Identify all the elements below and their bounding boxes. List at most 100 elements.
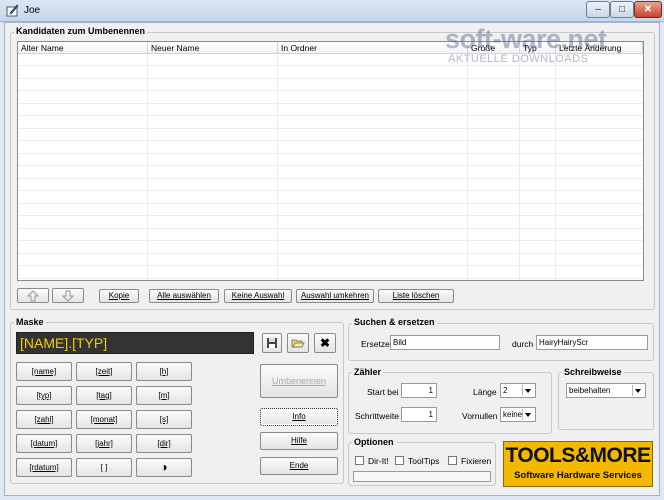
mask-token-button[interactable]: [rdatum]: [16, 458, 72, 477]
mask-token-button[interactable]: [h]: [136, 362, 192, 381]
by-label: durch: [512, 339, 534, 349]
tooltips-checkbox[interactable]: [395, 456, 404, 465]
watermark-brand: soft-ware.net: [445, 24, 607, 54]
open-mask-button[interactable]: [287, 333, 309, 353]
mask-token-label: [zahl]: [34, 415, 54, 424]
folder-open-icon: [291, 339, 305, 348]
list-row: [18, 254, 643, 266]
column-header-old-name[interactable]: Alter Name: [18, 42, 148, 54]
exit-button[interactable]: Ende: [260, 457, 338, 475]
step-label: Schrittweite: [355, 411, 399, 421]
copy-button[interactable]: Kopie: [99, 289, 139, 303]
clear-mask-button[interactable]: ✖: [314, 333, 336, 353]
arrow-up-icon: [26, 290, 40, 302]
candidates-title: Kandidaten zum Umbenennen: [14, 26, 148, 36]
counter-title: Zähler: [352, 367, 384, 377]
list-row: [18, 192, 643, 204]
mask-token-label: [zeit]: [95, 367, 113, 376]
by-input[interactable]: HairyHairyScr: [536, 335, 648, 350]
case-select[interactable]: beibehalten: [566, 383, 646, 398]
mask-token-label: [h]: [159, 367, 169, 376]
mask-token-button[interactable]: [tag]: [76, 386, 132, 405]
options-title: Optionen: [352, 437, 396, 447]
select-none-button[interactable]: Keine Auswahl: [224, 289, 292, 303]
step-input[interactable]: 1: [401, 407, 437, 422]
mask-token-label: [rdatum]: [29, 463, 59, 472]
mask-token-label: [name]: [31, 367, 57, 376]
close-icon: ✕: [643, 4, 653, 15]
mask-token-button[interactable]: [ ]: [76, 458, 132, 477]
mask-token-label: [typ]: [36, 391, 52, 400]
candidates-list[interactable]: Alter Name Neuer Name In Ordner Größe Ty…: [17, 41, 644, 281]
company-logo: TOOLS&MORE Software Hardware Services: [503, 441, 653, 487]
mask-title: Maske: [14, 317, 46, 327]
mask-token-button[interactable]: [datum]: [16, 434, 72, 453]
invert-selection-button[interactable]: Auswahl umkehren: [296, 289, 374, 303]
floppy-disk-icon: [267, 338, 277, 348]
mask-token-label: [ ]: [100, 463, 108, 472]
clear-list-button[interactable]: Liste löschen: [378, 289, 454, 303]
list-row: [18, 104, 643, 116]
list-row: [18, 79, 643, 91]
list-row: [18, 242, 643, 254]
minimize-icon: –: [595, 4, 601, 15]
progress-bar: [353, 471, 491, 482]
chevron-down-icon: [522, 409, 534, 420]
close-button[interactable]: ✕: [634, 1, 662, 18]
mask-token-button[interactable]: [m]: [136, 386, 192, 405]
close-icon: ✖: [319, 336, 331, 350]
save-mask-button[interactable]: [262, 333, 282, 353]
list-row: [18, 92, 643, 104]
start-input[interactable]: 1: [401, 383, 437, 398]
maximize-icon: □: [618, 4, 626, 15]
help-button[interactable]: Hilfe: [260, 432, 338, 450]
mask-token-button[interactable]: [name]: [16, 362, 72, 381]
mask-token-button[interactable]: [zeit]: [76, 362, 132, 381]
case-group: [558, 372, 654, 430]
mask-token-label: [monat]: [90, 415, 118, 424]
length-select[interactable]: 2: [500, 383, 536, 398]
column-header-new-name[interactable]: Neuer Name: [148, 42, 278, 54]
move-down-button[interactable]: [52, 288, 84, 303]
list-row: [18, 267, 643, 279]
list-row: [18, 179, 643, 191]
list-row: [18, 129, 643, 141]
select-all-button[interactable]: Alle auswählen: [149, 289, 219, 303]
move-up-button[interactable]: [17, 288, 49, 303]
list-row: [18, 117, 643, 129]
case-title: Schreibweise: [562, 367, 624, 377]
replace-input[interactable]: Bild: [390, 335, 500, 350]
rename-button[interactable]: Umbenennen: [260, 364, 338, 398]
mask-token-button[interactable]: [s]: [136, 410, 192, 429]
minimize-button[interactable]: –: [586, 1, 610, 18]
column-header-folder[interactable]: In Ordner: [278, 42, 468, 54]
padding-label: Vornullen: [462, 411, 498, 421]
maximize-button[interactable]: □: [610, 1, 634, 18]
mask-input[interactable]: [NAME].[TYP]: [16, 332, 254, 354]
mask-token-button[interactable]: [dir]: [136, 434, 192, 453]
counter-group: [348, 372, 552, 434]
list-row: [18, 167, 643, 179]
list-row: [18, 154, 643, 166]
list-row: [18, 204, 643, 216]
mask-token-button[interactable]: [monat]: [76, 410, 132, 429]
tooltips-label: ToolTips: [408, 456, 440, 466]
window-title: Joe: [24, 5, 41, 16]
mask-token-button[interactable]: [zahl]: [16, 410, 72, 429]
list-row: [18, 217, 643, 229]
fix-checkbox[interactable]: [448, 456, 457, 465]
list-row: [18, 67, 643, 79]
app-icon: [6, 4, 19, 17]
undo-icon: ◑: [160, 460, 168, 474]
mask-token-label: [jahr]: [95, 439, 113, 448]
mask-token-button[interactable]: ◑: [136, 458, 192, 477]
mask-token-button[interactable]: [jahr]: [76, 434, 132, 453]
search-replace-title: Suchen & ersetzen: [352, 317, 437, 327]
chevron-down-icon: [522, 385, 534, 396]
arrow-down-icon: [61, 290, 75, 302]
padding-select[interactable]: keine: [500, 407, 536, 422]
mask-token-button[interactable]: [typ]: [16, 386, 72, 405]
fix-label: Fixieren: [461, 456, 492, 466]
info-button[interactable]: Info: [260, 408, 338, 426]
dirit-checkbox[interactable]: [355, 456, 364, 465]
